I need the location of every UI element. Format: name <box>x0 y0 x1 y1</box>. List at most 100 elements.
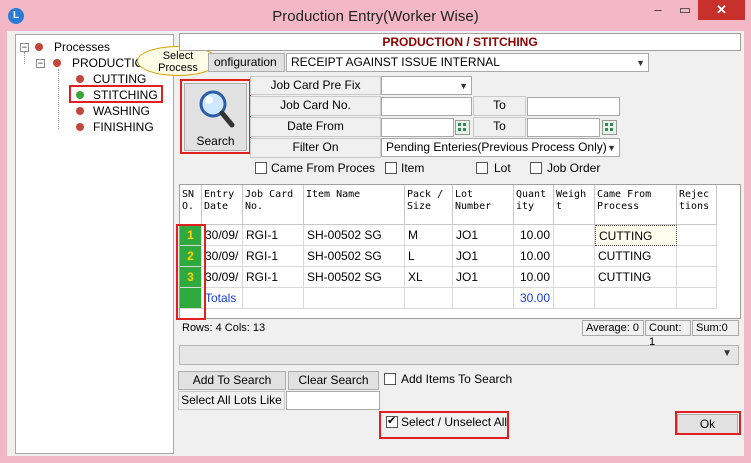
select-all-lots-like-input[interactable] <box>286 391 380 410</box>
row-entry-date[interactable]: 30/09/ <box>202 267 243 288</box>
column-header-sno[interactable]: SN O. <box>180 185 202 225</box>
row-entry-date[interactable]: 30/09/ <box>202 225 243 246</box>
average-status: Average: 0 <box>582 320 644 336</box>
production-icon <box>53 59 61 67</box>
totals-label: Totals <box>202 288 243 309</box>
row-lot[interactable]: JO1 <box>453 225 514 246</box>
tree-connector <box>24 52 25 64</box>
date-from-input[interactable] <box>381 118 454 137</box>
totals-empty <box>304 288 405 309</box>
clear-search-button[interactable]: Clear Search <box>288 371 379 390</box>
chevron-down-icon: ▼ <box>636 58 645 68</box>
lot-checkbox[interactable] <box>476 162 488 174</box>
tree-node-processes[interactable]: Processes <box>54 40 110 54</box>
page-title: PRODUCTION / STITCHING <box>382 35 538 49</box>
date-to-input[interactable] <box>527 118 600 137</box>
lot-label: Lot <box>494 161 511 175</box>
cutting-icon <box>76 75 84 83</box>
production-grid[interactable]: SN O. Entry Date Job Card No. Item Name … <box>179 184 741 319</box>
add-to-search-button[interactable]: Add To Search <box>178 371 286 390</box>
calendar-icon[interactable] <box>455 120 470 135</box>
totals-empty <box>554 288 595 309</box>
row-item-name[interactable]: SH-00502 SG <box>304 225 405 246</box>
collapse-icon[interactable]: − <box>20 43 29 52</box>
callout-line-1: Select <box>162 50 194 62</box>
title-bar: L Production Entry(Worker Wise) – ▭ ✕ <box>0 0 751 32</box>
row-rejections[interactable] <box>677 225 717 246</box>
sum-status: Sum:0 <box>692 320 739 336</box>
ok-highlight <box>675 411 741 435</box>
row-came-from[interactable]: CUTTING <box>595 267 677 288</box>
status-bar: Rows: 4 Cols: 13 Average: 0 Count: 1 Sum… <box>179 320 739 348</box>
totals-empty <box>453 288 514 309</box>
filter-on-select[interactable]: Pending Enteries(Previous Process Only) … <box>381 138 620 157</box>
job-order-checkbox[interactable] <box>530 162 542 174</box>
add-items-to-search-checkbox[interactable] <box>384 373 396 385</box>
job-card-no-label: Job Card No. <box>250 96 381 116</box>
configuration-button[interactable]: onfiguration <box>208 53 285 72</box>
job-card-no-from-input[interactable] <box>381 97 472 116</box>
column-header-rejections[interactable]: Rejec tions <box>677 185 717 225</box>
collapse-icon[interactable]: − <box>36 59 45 68</box>
row-quantity[interactable]: 10.00 <box>514 267 554 288</box>
job-card-no-to-input[interactable] <box>527 97 620 116</box>
calendar-icon[interactable] <box>602 120 617 135</box>
column-header-came-from[interactable]: Came From Process <box>595 185 677 225</box>
row-weight[interactable] <box>554 225 595 246</box>
select-all-lots-like-label: Select All Lots Like <box>178 391 285 410</box>
header-bar: PRODUCTION / STITCHING <box>179 33 741 51</box>
totals-empty <box>243 288 304 309</box>
select-all-highlight <box>379 411 509 439</box>
totals-empty <box>405 288 453 309</box>
column-header-quantity[interactable]: Quant ity <box>514 185 554 225</box>
row-came-from[interactable]: CUTTING <box>595 246 677 267</box>
job-card-prefix-select[interactable]: ▼ <box>381 76 472 95</box>
chevron-down-icon: ▼ <box>607 143 616 153</box>
row-item-name[interactable]: SH-00502 SG <box>304 246 405 267</box>
totals-empty <box>677 288 717 309</box>
row-quantity[interactable]: 10.00 <box>514 246 554 267</box>
stitching-highlight <box>69 85 163 103</box>
tree-item-washing[interactable]: WASHING <box>93 104 150 118</box>
row-job-card[interactable]: RGI-1 <box>243 225 304 246</box>
column-header-item-name[interactable]: Item Name <box>304 185 405 225</box>
tree-item-finishing[interactable]: FINISHING <box>93 120 154 134</box>
row-lot[interactable]: JO1 <box>453 246 514 267</box>
close-button[interactable]: ✕ <box>698 0 745 20</box>
row-weight[interactable] <box>554 267 595 288</box>
minimize-button[interactable]: – <box>645 0 671 20</box>
chevron-down-icon: ▼ <box>722 348 732 359</box>
row-lot[interactable]: JO1 <box>453 267 514 288</box>
tree-connector <box>58 69 59 129</box>
column-header-lot-number[interactable]: Lot Number <box>453 185 514 225</box>
column-header-job-card[interactable]: Job Card No. <box>243 185 304 225</box>
job-card-to-label: To <box>473 96 526 116</box>
lot-dropdown[interactable]: ▼ <box>179 345 739 365</box>
row-weight[interactable] <box>554 246 595 267</box>
window-title: Production Entry(Worker Wise) <box>272 8 479 25</box>
column-header-weight[interactable]: Weigh t <box>554 185 595 225</box>
row-item-name[interactable]: SH-00502 SG <box>304 267 405 288</box>
finishing-icon <box>76 123 84 131</box>
configuration-value: RECEIPT AGAINST ISSUE INTERNAL <box>291 55 500 69</box>
tree-item-cutting[interactable]: CUTTING <box>93 72 146 86</box>
column-header-entry-date[interactable]: Entry Date <box>202 185 243 225</box>
came-from-process-checkbox[interactable] <box>255 162 267 174</box>
item-checkbox[interactable] <box>385 162 397 174</box>
totals-empty <box>595 288 677 309</box>
row-job-card[interactable]: RGI-1 <box>243 246 304 267</box>
column-header-pack-size[interactable]: Pack / Size <box>405 185 453 225</box>
row-pack-size[interactable]: XL <box>405 267 453 288</box>
date-from-label: Date From <box>250 117 381 137</box>
maximize-button[interactable]: ▭ <box>672 0 698 20</box>
row-job-card[interactable]: RGI-1 <box>243 267 304 288</box>
row-quantity[interactable]: 10.00 <box>514 225 554 246</box>
row-entry-date[interactable]: 30/09/ <box>202 246 243 267</box>
add-items-to-search-label: Add Items To Search <box>401 372 513 386</box>
row-pack-size[interactable]: M <box>405 225 453 246</box>
row-rejections[interactable] <box>677 246 717 267</box>
configuration-select[interactable]: RECEIPT AGAINST ISSUE INTERNAL ▼ <box>286 53 649 72</box>
row-pack-size[interactable]: L <box>405 246 453 267</box>
row-came-from[interactable]: CUTTING <box>595 225 677 246</box>
row-rejections[interactable] <box>677 267 717 288</box>
